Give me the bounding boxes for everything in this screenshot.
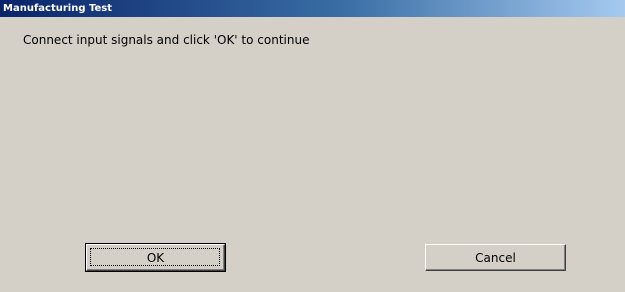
cancel-button[interactable]: Cancel xyxy=(425,244,566,271)
instruction-message: Connect input signals and click 'OK' to … xyxy=(23,33,310,47)
ok-button-label: OK xyxy=(146,250,165,265)
dialog-window: Manufacturing Test Connect input signals… xyxy=(0,0,625,292)
cancel-button-label: Cancel xyxy=(475,250,516,265)
ok-button[interactable]: OK xyxy=(85,243,226,272)
title-bar[interactable]: Manufacturing Test xyxy=(0,0,625,17)
window-title: Manufacturing Test xyxy=(3,3,112,14)
